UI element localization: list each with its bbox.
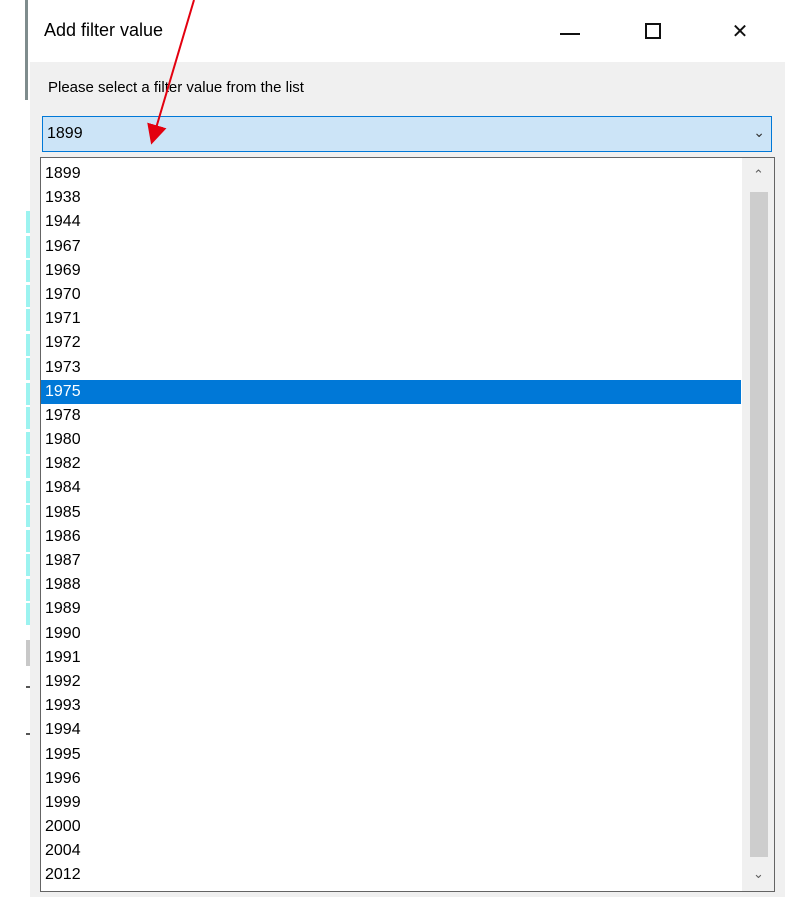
list-item[interactable]: 1992 bbox=[41, 670, 741, 694]
list-item[interactable]: 1899 bbox=[41, 162, 741, 186]
combobox-selected-value: 1899 bbox=[47, 125, 83, 142]
vertical-scrollbar[interactable]: ⌃ ⌄ bbox=[742, 158, 774, 891]
minimize-icon bbox=[560, 33, 580, 35]
background-window-border bbox=[25, 0, 28, 100]
list-item[interactable]: 1970 bbox=[41, 283, 741, 307]
scrollbar-thumb[interactable] bbox=[750, 192, 768, 857]
maximize-button[interactable] bbox=[632, 14, 676, 50]
list-item[interactable]: 1975 bbox=[41, 379, 741, 404]
list-item[interactable]: 1972 bbox=[41, 331, 741, 355]
list-item[interactable]: 1996 bbox=[41, 767, 741, 791]
list-item[interactable]: 1986 bbox=[41, 525, 741, 549]
list-item[interactable]: 2012 bbox=[41, 863, 741, 887]
add-filter-value-dialog: Add filter value ✕ Please select a filte… bbox=[30, 0, 785, 897]
list-item[interactable]: 1991 bbox=[41, 646, 741, 670]
list-item[interactable]: 1982 bbox=[41, 452, 741, 476]
list-item[interactable]: 1978 bbox=[41, 404, 741, 428]
list-item[interactable]: 1973 bbox=[41, 356, 741, 380]
list-item[interactable]: 1967 bbox=[41, 235, 741, 259]
list-item[interactable]: 2000 bbox=[41, 815, 741, 839]
list-item[interactable]: 1980 bbox=[41, 428, 741, 452]
close-icon: ✕ bbox=[731, 21, 749, 43]
list-item[interactable]: 1990 bbox=[41, 622, 741, 646]
list-item[interactable]: 1993 bbox=[41, 694, 741, 718]
chevron-down-icon[interactable]: ⌄ bbox=[753, 124, 765, 141]
maximize-icon bbox=[645, 23, 661, 39]
filter-value-combobox[interactable]: 1899 ⌄ bbox=[42, 116, 772, 152]
list-item[interactable]: 1969 bbox=[41, 259, 741, 283]
instruction-label: Please select a filter value from the li… bbox=[48, 79, 304, 96]
dropdown-items: 1899 1938 1944 1967 1969 1970 1971 1972 1973 1975… bbox=[41, 162, 741, 888]
list-item[interactable]: 1987 bbox=[41, 549, 741, 573]
list-item[interactable]: 1985 bbox=[41, 501, 741, 525]
dialog-title: Add filter value bbox=[44, 20, 164, 40]
list-item[interactable]: 2004 bbox=[41, 839, 741, 863]
list-item[interactable]: 1989 bbox=[41, 597, 741, 621]
dropdown-list[interactable]: 1899 1938 1944 1967 1969 1970 1971 1972 1973 1975… bbox=[40, 157, 775, 892]
list-item[interactable]: 1994 bbox=[41, 718, 741, 742]
list-item[interactable]: 1995 bbox=[41, 743, 741, 767]
minimize-button[interactable] bbox=[548, 14, 592, 50]
list-item[interactable]: 1971 bbox=[41, 307, 741, 331]
scroll-up-icon[interactable]: ⌃ bbox=[742, 158, 774, 192]
title-bar[interactable]: Add filter value ✕ bbox=[30, 0, 785, 62]
list-item[interactable]: 1938 bbox=[41, 186, 741, 210]
list-item[interactable]: 1999 bbox=[41, 791, 741, 815]
scroll-down-icon[interactable]: ⌄ bbox=[742, 857, 774, 891]
close-button[interactable]: ✕ bbox=[718, 14, 762, 50]
list-item[interactable]: 1944 bbox=[41, 210, 741, 234]
list-item[interactable]: 1988 bbox=[41, 573, 741, 597]
list-item[interactable]: 1984 bbox=[41, 476, 741, 500]
